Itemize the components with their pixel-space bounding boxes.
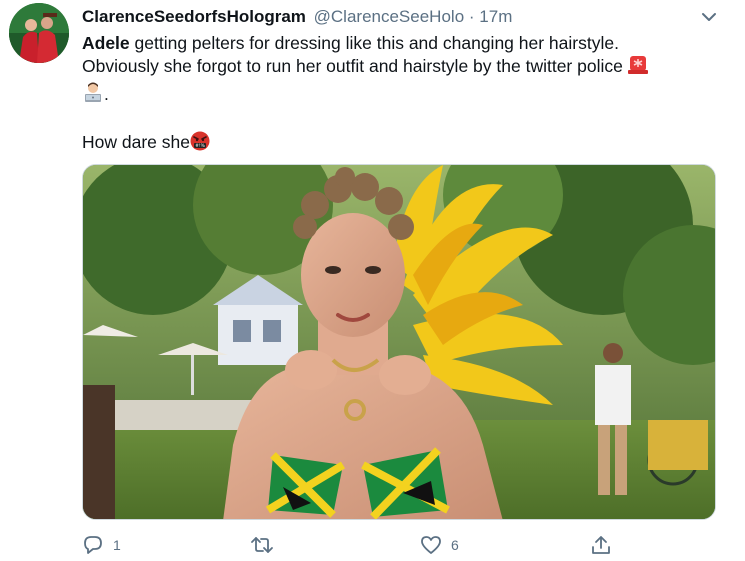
tweet-text-line1: getting pelters for dressing like this a… (129, 33, 619, 53)
share-button[interactable] (590, 534, 612, 556)
action-bar: 1 6 (0, 530, 745, 560)
avatar[interactable] (9, 3, 69, 63)
like-count: 6 (451, 537, 459, 553)
tweet-text-line4: How dare she (82, 132, 190, 152)
mention-text: Adele (82, 33, 130, 53)
photo-image (83, 165, 715, 519)
svg-text:#!%: #!% (195, 143, 206, 149)
rotating-light-emoji (627, 55, 648, 81)
share-icon (592, 536, 610, 554)
cursing-face-emoji: #!% (190, 131, 210, 157)
retweet-icon (251, 537, 273, 553)
chevron-down-icon[interactable] (698, 6, 720, 28)
tweet-text-line2: Obviously she forgot to run her outfit a… (82, 56, 623, 76)
timestamp[interactable]: 17m (479, 7, 512, 26)
user-handle[interactable]: @ClarenceSeeHolo (314, 7, 465, 26)
reply-button[interactable]: 1 (82, 534, 121, 556)
tweet-text-line3: . (104, 84, 109, 104)
display-name[interactable]: ClarenceSeedorfsHologram (82, 7, 306, 26)
retweet-button[interactable] (250, 534, 283, 556)
tweet-text: Adele getting pelters for dressing like … (82, 32, 722, 157)
reply-icon (84, 536, 102, 554)
tweet-photo[interactable] (82, 164, 716, 520)
reply-count: 1 (113, 537, 121, 553)
tweet[interactable]: ClarenceSeedorfsHologram @ClarenceSeeHol… (0, 0, 745, 561)
like-button[interactable]: 6 (420, 534, 459, 556)
heart-icon (421, 536, 441, 554)
separator-dot: · (468, 7, 475, 26)
tweet-header: ClarenceSeedorfsHologram @ClarenceSeeHol… (82, 6, 512, 28)
technologist-emoji (82, 81, 104, 109)
avatar-image (9, 3, 69, 63)
